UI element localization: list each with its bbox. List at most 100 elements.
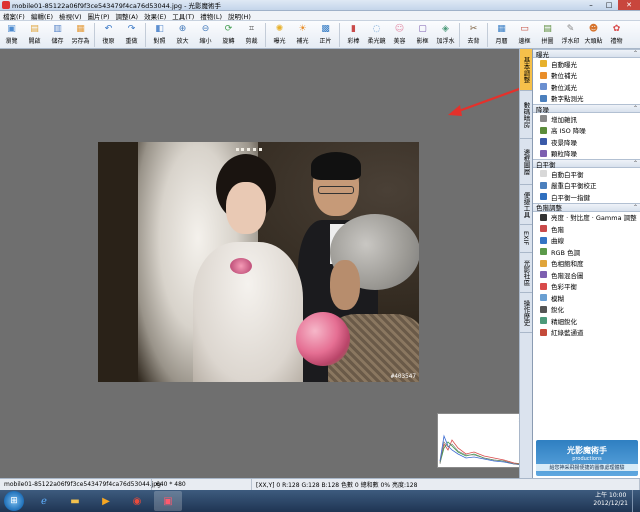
panel-item[interactable]: 增加雜訊 <box>533 113 640 125</box>
panel-item[interactable]: 數字點測光 <box>533 93 640 105</box>
panel-item-label: 數位補光 <box>551 72 577 81</box>
collapse-chevron-icon[interactable]: ⌃ <box>633 204 638 211</box>
panel-item[interactable]: 自動曝光 <box>533 58 640 70</box>
toolbar-separator <box>94 23 95 47</box>
start-button[interactable]: ⊞ <box>4 491 24 511</box>
close-button[interactable]: ✕ <box>618 0 640 10</box>
panel-item[interactable]: 白平衡一指鍵 <box>533 191 640 203</box>
side-tab-5[interactable]: 光影社區 <box>520 253 532 293</box>
side-tab-6[interactable]: 操作歷史 <box>520 293 532 333</box>
toolbar-label: 美容 <box>393 38 406 45</box>
panel-item[interactable]: RGB 色調 <box>533 246 640 258</box>
menu-item-6[interactable]: 工具(T) <box>169 11 197 21</box>
soft-light-button[interactable]: ◌ 柔光鏡 <box>365 21 388 48</box>
save-as-button[interactable]: ▦ 另存為 <box>69 21 92 48</box>
panel-item[interactable]: 色階 <box>533 223 640 235</box>
frame-button[interactable]: ▢ 影框 <box>411 21 434 48</box>
side-tab-4[interactable]: EXIF <box>520 225 532 253</box>
collapse-chevron-icon[interactable]: ⌃ <box>633 50 638 57</box>
app-icon <box>2 1 10 9</box>
histogram-panel[interactable]: × <box>437 413 526 468</box>
maximize-button[interactable]: □ <box>600 0 618 10</box>
panel-section-header[interactable]: 色階調整 ⌃ <box>533 202 640 212</box>
menu-item-0[interactable]: 檔案(F) <box>0 11 28 21</box>
panel-section-header[interactable]: 白平衡 ⌃ <box>533 159 640 169</box>
panel-item[interactable]: 曲線 <box>533 235 640 247</box>
panel-section-header[interactable]: 曝光 ⌃ <box>533 49 640 59</box>
toolbar-label: 旋轉 <box>222 38 235 45</box>
redo-button[interactable]: ↷ 重做 <box>120 21 143 48</box>
zoom-out-icon: ⊖ <box>201 23 210 34</box>
system-clock[interactable]: 上午 10:00 2012/12/21 <box>593 492 628 508</box>
menu-item-8[interactable]: 說明(H) <box>225 11 254 21</box>
menu-item-2[interactable]: 檢視(V) <box>56 11 85 21</box>
panel-item[interactable]: 顆粒降噪 <box>533 148 640 160</box>
photo-image[interactable]: #403547 <box>98 142 419 382</box>
menu-item-1[interactable]: 編輯(E) <box>28 11 56 21</box>
fill-light-button[interactable]: ☀ 補光 <box>291 21 314 48</box>
puzzle-button[interactable]: ▤ 拼圖 <box>536 21 559 48</box>
gift-button[interactable]: ✿ 禮物 <box>605 21 628 48</box>
panel-item[interactable]: 數位減光 <box>533 81 640 93</box>
side-tab-2[interactable]: 邊框圖層 <box>520 139 532 185</box>
panel-item[interactable]: 精細銳化 <box>533 315 640 327</box>
panel-section-header[interactable]: 降噪 ⌃ <box>533 104 640 114</box>
cutout-button[interactable]: ✂ 去背 <box>462 21 485 48</box>
chrome-taskbar-icon[interactable]: ◉ <box>123 491 151 511</box>
panel-item[interactable]: 銳化 <box>533 304 640 316</box>
panel-item[interactable]: 紅綠藍通道 <box>533 327 640 339</box>
compare-button[interactable]: ◧ 對照 <box>148 21 171 48</box>
panel-item[interactable]: 自動白平衡 <box>533 168 640 180</box>
stamp-button[interactable]: ✎ 浮水印 <box>559 21 582 48</box>
zoom-out-button[interactable]: ⊖ 縮小 <box>194 21 217 48</box>
toolbar-label: 重做 <box>125 38 138 45</box>
collapse-chevron-icon[interactable]: ⌃ <box>633 160 638 167</box>
positive-film-button[interactable]: ▩ 正片 <box>314 21 337 48</box>
collapse-chevron-icon[interactable]: ⌃ <box>633 105 638 112</box>
panel-item[interactable]: 色彩平衡 <box>533 281 640 293</box>
minimize-button[interactable]: – <box>582 0 600 10</box>
side-tab-1[interactable]: 數碼暗房 <box>520 91 532 139</box>
menu-item-3[interactable]: 圖片(P) <box>85 11 113 21</box>
browse-button[interactable]: ▣ 瀏覽 <box>0 21 23 48</box>
zoom-in-button[interactable]: ⊕ 放大 <box>171 21 194 48</box>
menu-item-7[interactable]: 禮物(L) <box>197 11 225 21</box>
save-button[interactable]: ▥ 儲存 <box>46 21 69 48</box>
crop-button[interactable]: ⌗ 剪裁 <box>240 21 263 48</box>
sticker-button[interactable]: ☻ 大頭貼 <box>582 21 605 48</box>
show-desktop-button[interactable] <box>632 490 640 512</box>
ie-taskbar-icon[interactable]: ℯ <box>30 491 58 511</box>
panel-item[interactable]: 亮度 · 對比度 · Gamma 調整 <box>533 212 640 224</box>
panel-item[interactable]: 色相飽和度 <box>533 258 640 270</box>
panel-item[interactable]: 色階混合圖 <box>533 269 640 281</box>
rotate-button[interactable]: ⟳ 旋轉 <box>217 21 240 48</box>
panel-item[interactable]: 高 ISO 降噪 <box>533 125 640 137</box>
menu-item-5[interactable]: 效果(E) <box>141 11 169 21</box>
menu-item-4[interactable]: 調整(A) <box>113 11 142 21</box>
panel-item[interactable]: 模糊 <box>533 292 640 304</box>
photo-app-taskbar-icon[interactable]: ▣ <box>154 491 182 511</box>
media-taskbar-icon[interactable]: ▶ <box>92 491 120 511</box>
panel-item[interactable]: 夜景降噪 <box>533 136 640 148</box>
calendar-button[interactable]: ▦ 月曆 <box>490 21 513 48</box>
status-pixel: [XX,Y] 0 R:128 G:128 B:128 色數 0 總和數 0% 亮… <box>252 479 640 490</box>
exposure-button[interactable]: ✺ 曝光 <box>268 21 291 48</box>
open-button[interactable]: ▤ 開啟 <box>23 21 46 48</box>
panel-item-label: 紅綠藍通道 <box>551 329 584 338</box>
panel-item[interactable]: 數位補光 <box>533 70 640 82</box>
toolbar-label: 另存為 <box>71 38 90 45</box>
side-tab-3[interactable]: 便捷工具 <box>520 185 532 225</box>
browse-icon: ▣ <box>7 23 16 34</box>
border-button[interactable]: ▭ 邊框 <box>513 21 536 48</box>
color-bar-button[interactable]: ▮ 彩棒 <box>342 21 365 48</box>
explorer-taskbar-icon[interactable]: ▬ <box>61 491 89 511</box>
app-banner[interactable]: 光影魔術手 productions 給您神采飛揚便捷的圖像處理體驗 <box>536 440 638 476</box>
side-tab-0[interactable]: 基本調整 <box>520 49 532 91</box>
undo-button[interactable]: ↶ 復原 <box>97 21 120 48</box>
beauty-button[interactable]: ☺ 美容 <box>388 21 411 48</box>
panel-item[interactable]: 嚴重白平衡校正 <box>533 180 640 192</box>
toolbar-label: 彩棒 <box>347 38 360 45</box>
panel-item-label: RGB 色調 <box>551 248 581 257</box>
watermark-button[interactable]: ◈ 加浮水 <box>434 21 457 48</box>
panel-item-label: 嚴重白平衡校正 <box>551 182 597 191</box>
